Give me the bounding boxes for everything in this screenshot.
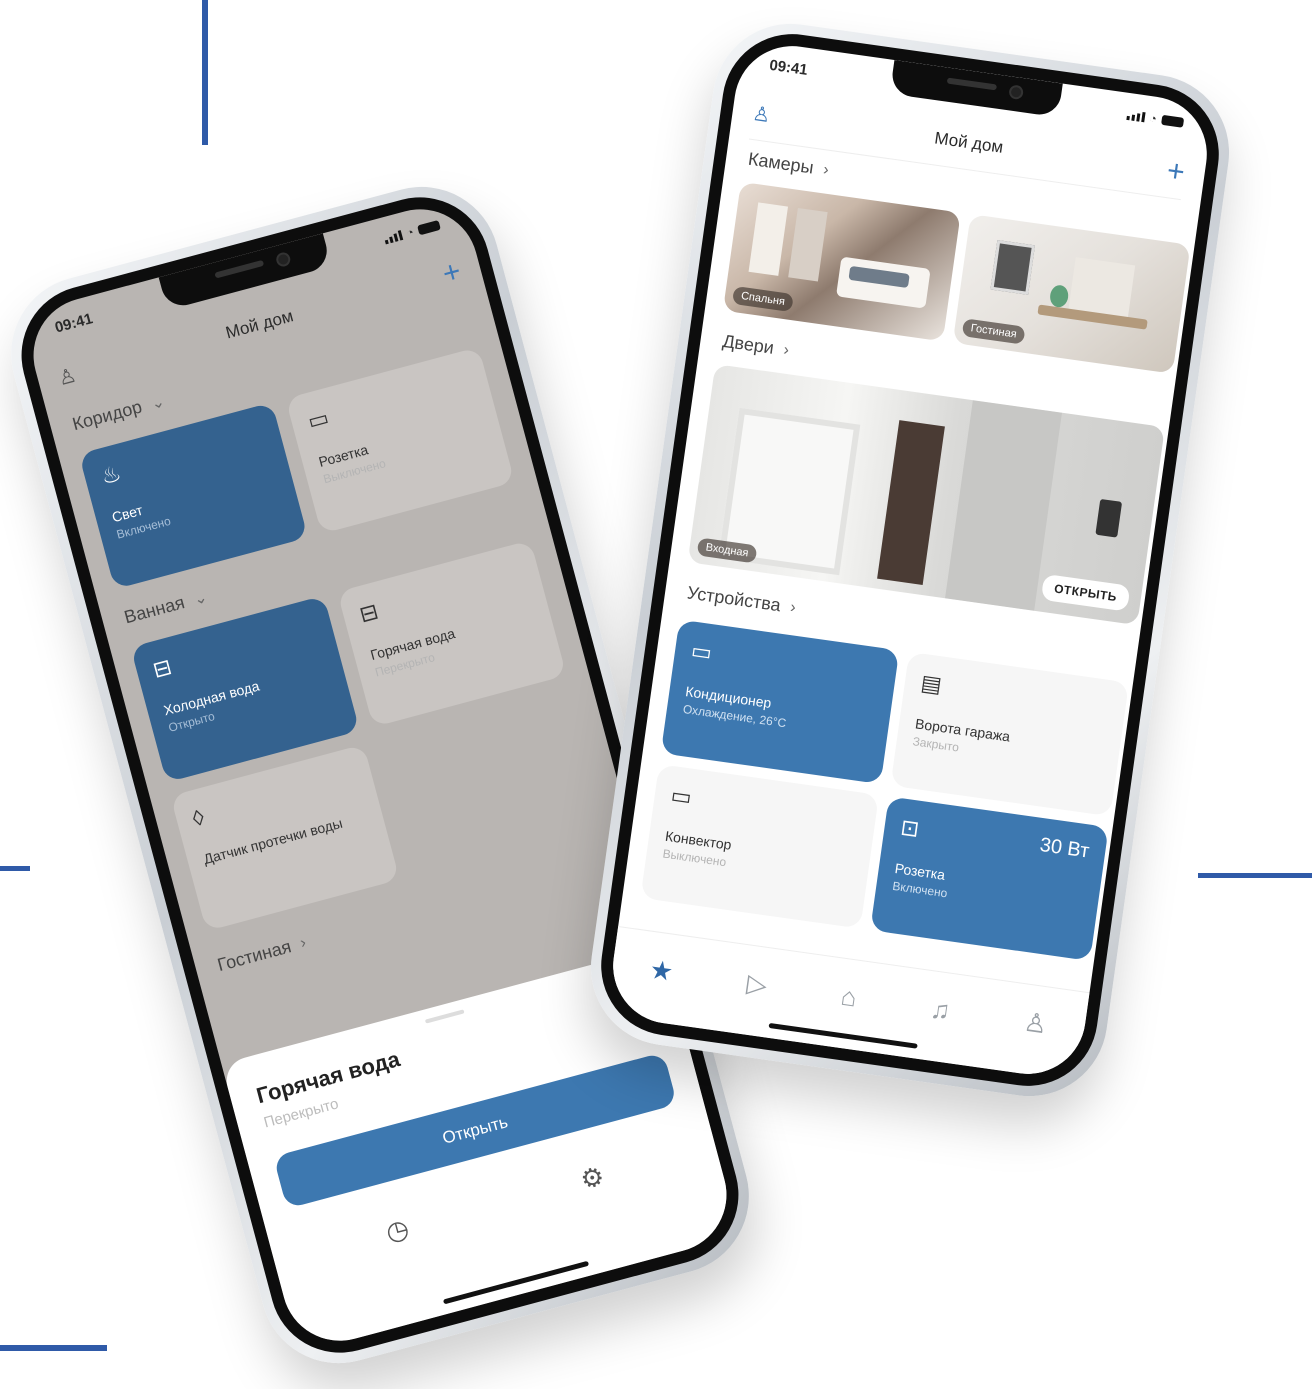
ac-icon: ▭ [689,637,714,666]
wifi-icon: ◔ [404,225,416,241]
decor-line-top [202,0,208,145]
garage-icon: ▤ [919,669,944,698]
decor-line-left [0,866,30,871]
chevron-right-icon: › [298,933,308,952]
section-devices[interactable]: Устройства › [686,582,797,618]
door-camera[interactable]: Входная ОТКРЫТЬ [687,364,1165,626]
user-icon[interactable]: ♙ [1022,1007,1049,1041]
tile-hot-water[interactable]: ⊟ Горячая вода Перекрыто [337,540,567,728]
decor-line-right [1198,873,1312,878]
status-icons: ◔ [383,218,442,246]
camera-living[interactable]: Гостиная [952,214,1191,374]
home-icon[interactable]: ⌂ [839,981,859,1014]
chevron-right-icon: › [822,160,830,179]
tile-light[interactable]: ♨ Свет Включено [78,402,309,590]
section-cameras[interactable]: Камеры › [747,149,830,181]
page-title: Мой дом [933,128,1005,157]
camera-label: Гостиная [961,318,1026,345]
add-button[interactable]: + [439,255,464,291]
battery-icon [1161,114,1185,128]
status-icons: ◔ [1126,108,1185,130]
star-icon[interactable]: ★ [648,954,675,988]
tile-ac[interactable]: ▭ Кондиционер Охлаждение, 26°C [660,619,900,785]
chevron-down-icon: ⌄ [191,588,210,609]
wifi-icon: ◔ [1148,111,1158,126]
section-bathroom[interactable]: Ванная ⌄ [122,586,210,628]
camera-label: Спальня [731,285,795,313]
status-time: 09:41 [768,56,809,79]
door-open-button[interactable]: ОТКРЫТЬ [1040,573,1131,612]
signal-icon [1126,110,1146,123]
chevron-right-icon: › [782,340,791,359]
battery-icon [417,219,441,236]
decor-line-bottom [0,1345,107,1351]
heater-icon: ▭ [669,782,694,810]
add-button[interactable]: + [1165,154,1187,189]
bell-icon[interactable]: ♫ [929,993,952,1026]
sheet-grip[interactable] [424,1009,465,1024]
section-living[interactable]: Гостиная › [215,932,308,976]
tile-socket[interactable]: ▭ Розетка Выключено [285,346,515,534]
profile-icon[interactable]: ♙ [55,362,79,391]
chevron-right-icon: › [789,598,797,616]
signal-icon [383,230,404,245]
page-title: Мой дом [223,306,296,343]
section-corridor[interactable]: Коридор ⌄ [70,390,167,435]
gear-icon[interactable]: ⚙ [577,1160,608,1196]
tile-socket[interactable]: ⊡ 30 Вт Розетка Включено [870,796,1109,961]
section-doors[interactable]: Двери › [721,331,790,361]
chevron-down-icon: ⌄ [149,392,167,413]
camera-bedroom[interactable]: Спальня [722,181,961,342]
tile-heater[interactable]: ▭ Конвектор Выключено [640,764,879,929]
profile-icon[interactable]: ♙ [751,100,772,127]
status-time: 09:41 [52,309,95,337]
right-screen: 09:41 ◔ ♙ Мой дом + Камеры › Спальня Гос… [605,38,1215,1082]
play-icon[interactable]: ▷ [745,968,769,1001]
tile-garage[interactable]: ▤ Ворота гаража Закрыто [890,651,1130,817]
clock-icon[interactable]: ◷ [382,1213,412,1249]
phone-right: 09:41 ◔ ♙ Мой дом + Камеры › Спальня Гос… [580,13,1240,1107]
